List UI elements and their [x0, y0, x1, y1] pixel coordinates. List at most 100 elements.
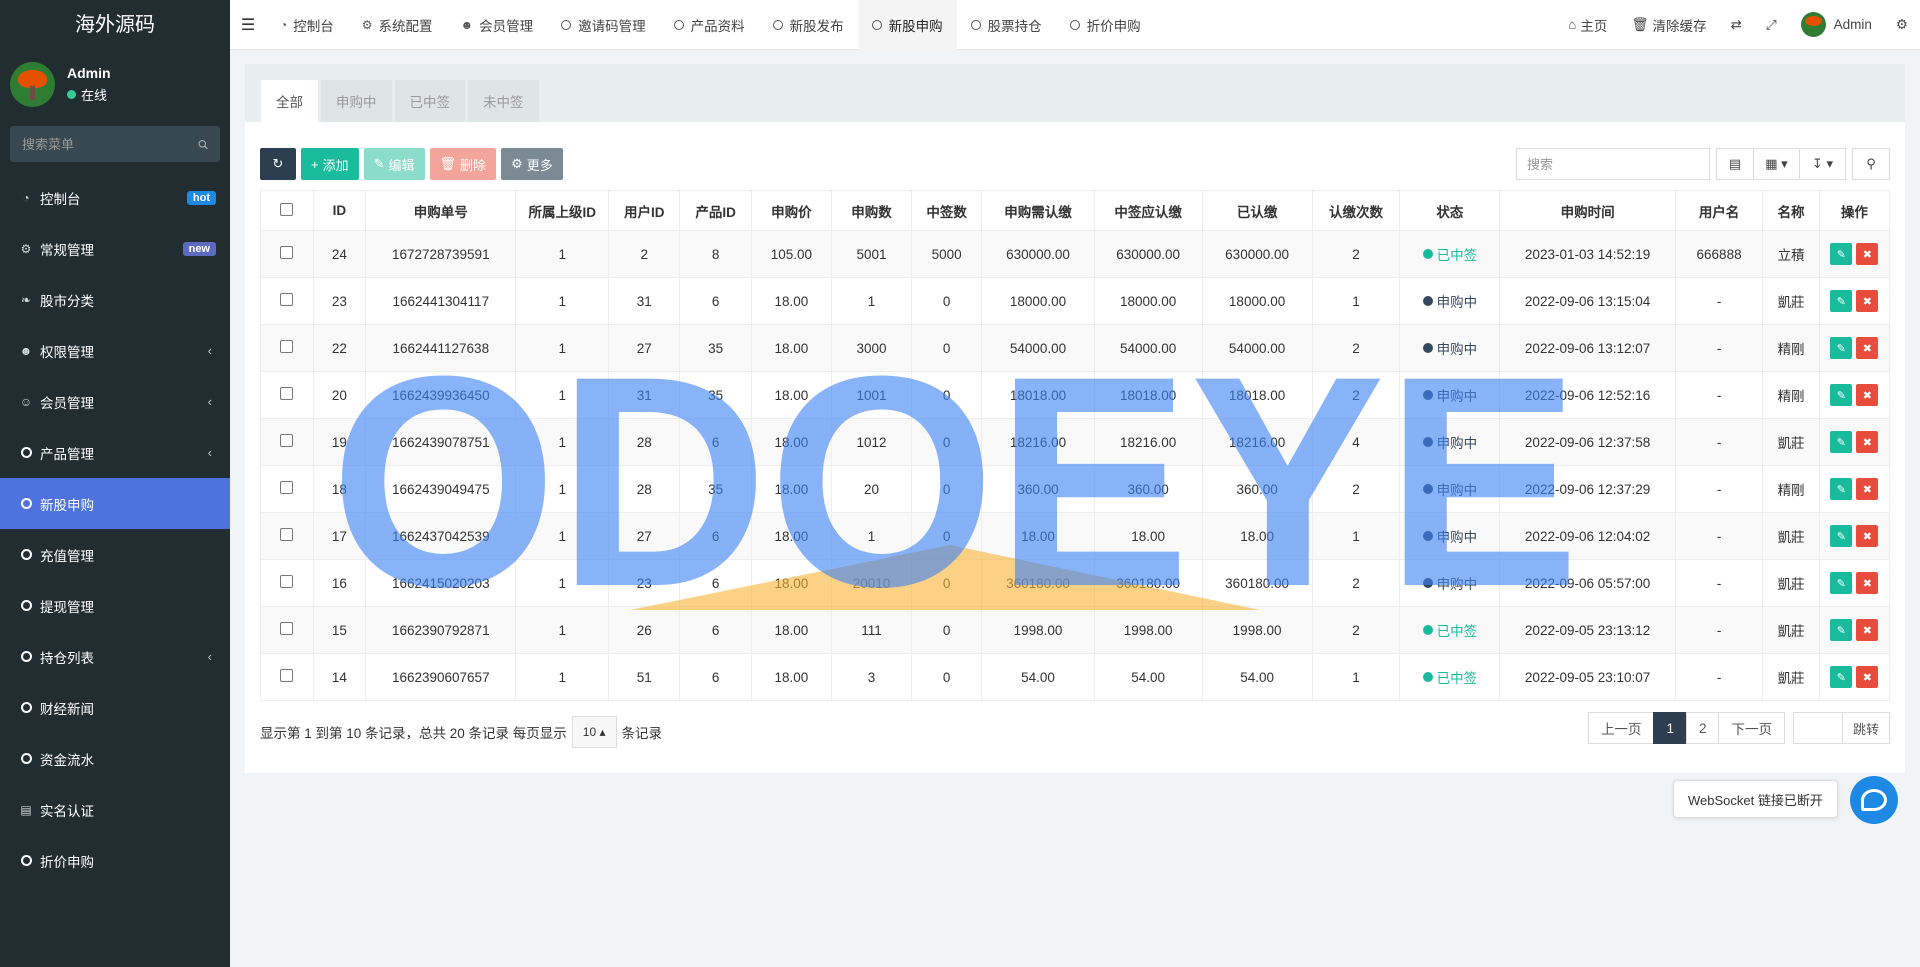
- sidebar-item-0[interactable]: ◔ 控制台 hot: [0, 172, 230, 223]
- app-logo[interactable]: 海外源码: [0, 0, 230, 50]
- edit-row-button[interactable]: ✎: [1830, 572, 1853, 594]
- language-icon[interactable]: ⇄: [1719, 17, 1754, 33]
- circle-icon: [18, 547, 34, 563]
- delete-row-button[interactable]: ✖: [1856, 478, 1879, 500]
- top-tab-1[interactable]: ⚙ 系统配置: [348, 0, 447, 50]
- row-checkbox[interactable]: [260, 606, 314, 654]
- select-all-checkbox[interactable]: [260, 190, 314, 231]
- row-checkbox[interactable]: [260, 277, 314, 325]
- sidebar-item-6[interactable]: 新股申购: [0, 478, 230, 529]
- more-button[interactable]: ⚙ 更多: [501, 148, 563, 180]
- edit-row-button[interactable]: ✎: [1830, 619, 1853, 641]
- chat-bubble-icon[interactable]: [1850, 776, 1898, 824]
- hamburger-menu-icon[interactable]: ☰: [230, 15, 266, 35]
- clear-cache-button[interactable]: 🗑 清除缓存: [1619, 15, 1718, 35]
- status-tab-0[interactable]: 全部: [261, 80, 318, 122]
- menu-search-input[interactable]: [22, 136, 198, 152]
- top-tab-0[interactable]: ◔ 控制台: [266, 0, 348, 50]
- sidebar-item-8[interactable]: 提现管理: [0, 580, 230, 631]
- edit-row-button[interactable]: ✎: [1830, 243, 1853, 265]
- row-checkbox[interactable]: [260, 324, 314, 372]
- table-cell: 6: [679, 653, 752, 701]
- delete-row-button[interactable]: ✖: [1856, 619, 1879, 641]
- row-checkbox[interactable]: [260, 418, 314, 466]
- circle-icon: [18, 700, 34, 716]
- gear-icon: ⚙: [511, 156, 523, 171]
- row-checkbox[interactable]: [260, 371, 314, 419]
- delete-row-button[interactable]: ✖: [1856, 525, 1879, 547]
- status-cell: 申购中: [1399, 559, 1501, 607]
- table-search-input[interactable]: [1516, 148, 1710, 180]
- table-cell: 35: [679, 465, 752, 513]
- status-tab-3[interactable]: 未中签: [468, 80, 539, 122]
- page-size-select[interactable]: 10 ▴: [571, 716, 617, 748]
- row-checkbox[interactable]: [260, 230, 314, 278]
- table-row: 19 1662439078751 1 28 6 18.00 1012 0 18216.00 182…: [260, 418, 1891, 466]
- row-checkbox[interactable]: [260, 512, 314, 560]
- edit-row-button[interactable]: ✎: [1830, 337, 1853, 359]
- delete-button[interactable]: 🗑 删除: [429, 148, 497, 180]
- jump-button[interactable]: 跳转: [1841, 712, 1890, 744]
- sidebar-item-4[interactable]: ☺ 会员管理 ‹: [0, 376, 230, 427]
- delete-row-button[interactable]: ✖: [1856, 290, 1879, 312]
- delete-row-button[interactable]: ✖: [1856, 243, 1879, 265]
- edit-row-button[interactable]: ✎: [1830, 525, 1853, 547]
- row-checkbox[interactable]: [260, 653, 314, 701]
- delete-row-button[interactable]: ✖: [1856, 384, 1879, 406]
- top-tab-6[interactable]: 新股申购: [857, 0, 957, 50]
- edit-row-button[interactable]: ✎: [1830, 431, 1853, 453]
- cogs-icon: ⚙: [20, 241, 32, 256]
- delete-row-button[interactable]: ✖: [1856, 666, 1879, 688]
- delete-row-button[interactable]: ✖: [1856, 337, 1879, 359]
- settings-icon[interactable]: ⚙: [1884, 17, 1920, 33]
- table-cell: 360.00: [981, 465, 1095, 513]
- export-button[interactable]: ↧ ▾: [1800, 148, 1846, 180]
- sidebar-item-2[interactable]: ❧ 股市分类: [0, 274, 230, 325]
- next-page-button[interactable]: 下一页: [1718, 712, 1785, 744]
- edit-button[interactable]: ✎ 编辑: [363, 148, 425, 180]
- sidebar-item-5[interactable]: 产品管理 ‹: [0, 427, 230, 478]
- top-tab-8[interactable]: 折价申购: [1056, 0, 1155, 50]
- delete-row-button[interactable]: ✖: [1856, 431, 1879, 453]
- columns-button[interactable]: ▦ ▾: [1754, 148, 1800, 180]
- status-badge: 已中签: [1436, 671, 1478, 686]
- page-2-button[interactable]: 2: [1685, 712, 1720, 744]
- refresh-button[interactable]: ↻: [260, 148, 296, 180]
- table-cell: 27: [608, 512, 681, 560]
- sidebar-item-9[interactable]: 持仓列表 ‹: [0, 631, 230, 682]
- edit-row-button[interactable]: ✎: [1830, 290, 1853, 312]
- top-tab-2[interactable]: ☻ 会员管理: [447, 0, 548, 50]
- top-tab-3[interactable]: 邀请码管理: [547, 0, 660, 50]
- sidebar-item-3[interactable]: ☻ 权限管理 ‹: [0, 325, 230, 376]
- sidebar-item-11[interactable]: 资金流水: [0, 733, 230, 784]
- sidebar-item-13[interactable]: 折价申购: [0, 835, 230, 886]
- status-tab-1[interactable]: 申购中: [321, 80, 392, 122]
- page-1-button[interactable]: 1: [1653, 712, 1687, 744]
- edit-row-button[interactable]: ✎: [1830, 666, 1853, 688]
- sidebar-item-7[interactable]: 充值管理: [0, 529, 230, 580]
- row-checkbox[interactable]: [260, 559, 314, 607]
- sidebar-item-12[interactable]: ▤ 实名认证: [0, 784, 230, 835]
- delete-row-button[interactable]: ✖: [1856, 572, 1879, 594]
- search-icon[interactable]: [198, 138, 208, 151]
- table-cell: 18000.00: [981, 277, 1095, 325]
- toggle-view-button[interactable]: ▤: [1716, 148, 1754, 180]
- top-tab-7[interactable]: 股票持仓: [957, 0, 1056, 50]
- top-tab-label: 新股发布: [789, 18, 844, 34]
- edit-row-button[interactable]: ✎: [1830, 384, 1853, 406]
- status-tab-2[interactable]: 已中签: [394, 80, 465, 122]
- table-cell: 1: [515, 653, 610, 701]
- sidebar-item-1[interactable]: ⚙ 常规管理 new: [0, 223, 230, 274]
- add-button[interactable]: + 添加: [301, 148, 359, 180]
- top-tab-4[interactable]: 产品资料: [660, 0, 759, 50]
- advanced-search-button[interactable]: ⚲: [1852, 148, 1890, 180]
- page-jump-input[interactable]: [1792, 712, 1843, 744]
- edit-row-button[interactable]: ✎: [1830, 478, 1853, 500]
- row-checkbox[interactable]: [260, 465, 314, 513]
- sidebar-item-10[interactable]: 财经新闻: [0, 682, 230, 733]
- home-link[interactable]: ⌂ 主页: [1556, 15, 1619, 35]
- fullscreen-icon[interactable]: ⤢: [1754, 17, 1789, 33]
- top-tab-5[interactable]: 新股发布: [759, 0, 858, 50]
- prev-page-button[interactable]: 上一页: [1587, 712, 1655, 744]
- admin-menu[interactable]: Admin: [1789, 12, 1884, 37]
